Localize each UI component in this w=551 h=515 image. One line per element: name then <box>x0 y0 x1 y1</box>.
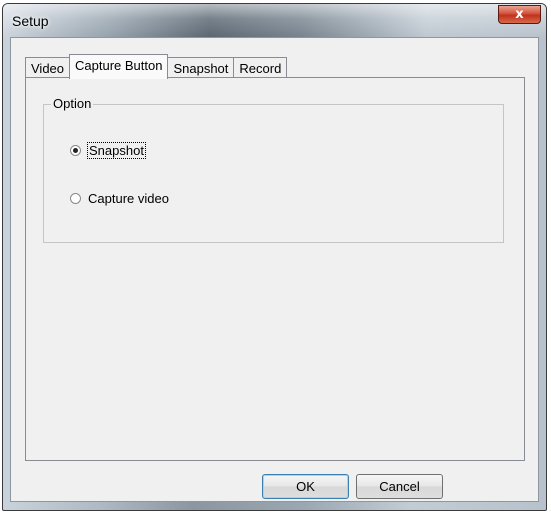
tab-panel-capture-button: Option Snapshot Capture video <box>25 77 525 461</box>
tab-capture-button[interactable]: Capture Button <box>69 54 169 79</box>
option-group-title: Option <box>51 96 94 112</box>
snapshot-radio-button[interactable] <box>70 145 81 156</box>
dialog-client-area: Video Capture Button Snapshot Record Opt… <box>10 37 539 502</box>
option-groupbox: Option Snapshot Capture video <box>43 96 504 243</box>
capture-video-radio-option[interactable]: Capture video <box>70 191 169 206</box>
close-icon: x <box>515 7 524 22</box>
window-title: Setup <box>12 13 49 29</box>
capture-video-radio-button[interactable] <box>70 193 81 204</box>
cancel-button[interactable]: Cancel <box>356 474 443 499</box>
snapshot-radio-option[interactable]: Snapshot <box>70 142 146 159</box>
tab-video[interactable]: Video <box>25 57 71 78</box>
title-bar[interactable]: Setup x <box>3 4 546 37</box>
close-button[interactable]: x <box>498 5 541 24</box>
tab-record[interactable]: Record <box>233 57 288 78</box>
tab-snapshot[interactable]: Snapshot <box>167 57 235 78</box>
ok-button[interactable]: OK <box>262 474 349 499</box>
capture-video-radio-label[interactable]: Capture video <box>88 191 169 206</box>
tab-strip: Video Capture Button Snapshot Record <box>25 54 288 79</box>
setup-dialog: Setup x Video Capture Button Snapshot Re… <box>2 3 547 511</box>
snapshot-radio-label[interactable]: Snapshot <box>87 142 146 159</box>
